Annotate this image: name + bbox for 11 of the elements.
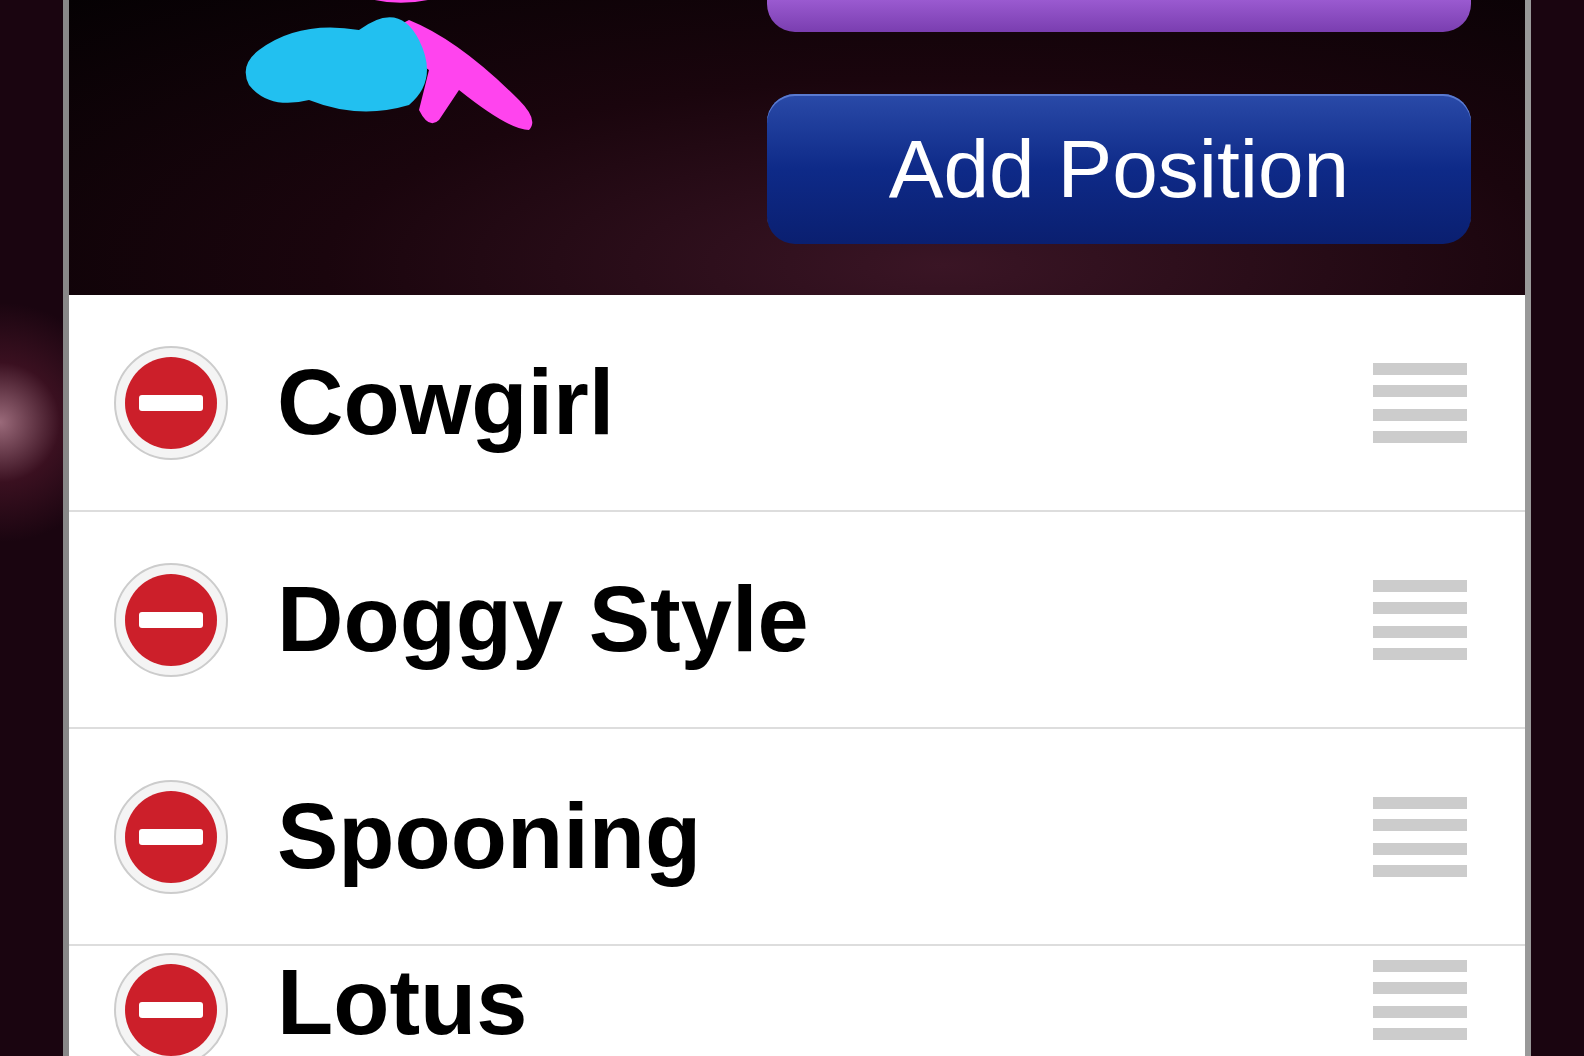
reorder-icon[interactable] bbox=[1373, 960, 1467, 1040]
add-position-button[interactable]: Add Position bbox=[767, 94, 1471, 244]
position-name[interactable]: Lotus bbox=[277, 950, 1373, 1055]
reorder-icon[interactable] bbox=[1373, 579, 1467, 660]
reorder-icon[interactable] bbox=[1373, 362, 1467, 443]
position-name[interactable]: Doggy Style bbox=[277, 567, 1373, 672]
position-name[interactable]: Cowgirl bbox=[277, 350, 1373, 455]
position-name[interactable]: Spooning bbox=[277, 784, 1373, 889]
delete-icon[interactable] bbox=[111, 950, 231, 1056]
button[interactable] bbox=[767, 0, 1471, 32]
reorder-icon[interactable] bbox=[1373, 796, 1467, 877]
